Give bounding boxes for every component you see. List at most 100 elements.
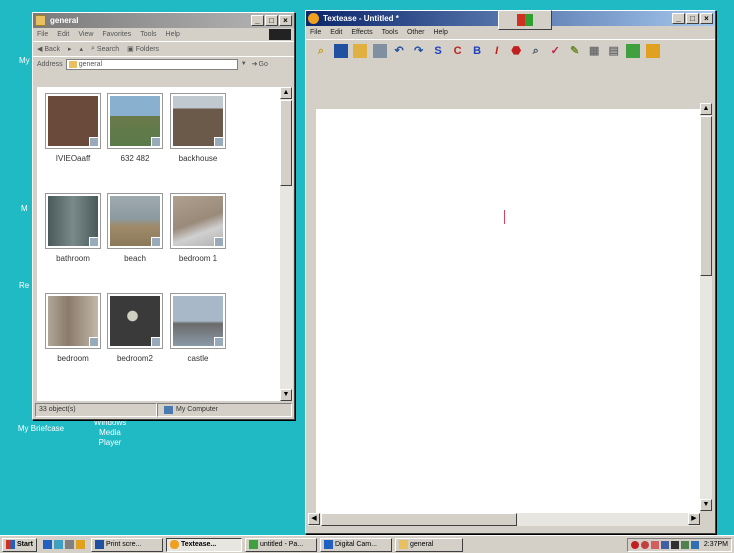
thumbnail-item[interactable]: IVIEOaaff [45,93,101,163]
desktop-icon-my-briefcase[interactable]: My Briefcase [14,424,68,434]
go-button[interactable]: ➜ Go [252,60,268,69]
start-button[interactable]: Start [2,537,37,552]
printer-icon[interactable] [680,540,689,549]
folders-button[interactable]: ▣ Folders [127,45,159,54]
taskbar-item-digital-camera[interactable]: Digital Cam... [319,537,392,552]
clock[interactable]: 2:37PM [704,541,728,548]
colour-icon[interactable]: C [451,44,465,58]
windows-flag-icon [517,14,533,26]
thumbnail-item[interactable]: castle [170,293,226,363]
scroll-down-button[interactable]: ▼ [700,499,712,511]
menu-other[interactable]: Other [407,29,425,36]
menu-file[interactable]: File [37,31,48,38]
thumbnail-item[interactable]: beach [107,193,163,263]
undo-icon[interactable]: ↶ [392,44,406,58]
network-icon[interactable] [640,540,649,549]
menu-effects[interactable]: Effects [351,29,372,36]
scroll-thumb[interactable] [700,116,712,276]
redo-icon[interactable]: ↷ [412,44,426,58]
volume-icon[interactable] [670,540,679,549]
back-button[interactable]: ◀ Back [37,45,60,54]
close-button[interactable]: × [279,15,292,26]
color-icon[interactable] [645,44,660,58]
desktop-icon-windows-media-player[interactable]: Windows Media Player [88,418,132,448]
picture-icon[interactable] [626,44,641,58]
menu-help[interactable]: Help [166,31,180,38]
forward-button[interactable]: ▸ [68,45,72,53]
camera-icon [323,540,333,549]
close-button[interactable]: × [700,13,713,24]
floating-program-button[interactable] [498,10,552,30]
monitor-icon[interactable] [690,540,699,549]
menu-file[interactable]: File [310,29,321,36]
menu-view[interactable]: View [78,31,93,38]
taskbar-item-textease[interactable]: Textease... [165,537,242,552]
bold-icon[interactable]: B [470,44,484,58]
menu-edit[interactable]: Edit [330,29,342,36]
up-folder-button[interactable]: ▴ [79,45,83,53]
scroll-down-button[interactable]: ▼ [280,389,292,401]
menu-tools[interactable]: Tools [382,29,398,36]
editor-horizontal-scrollbar[interactable]: ◀ ▶ [308,513,700,526]
explorer-vertical-scrollbar[interactable]: ▲ ▼ [280,87,293,401]
taskbar-item-general[interactable]: general [394,537,463,552]
thumbnail-item[interactable]: 632 482 [107,93,163,163]
scroll-up-button[interactable]: ▲ [280,87,292,99]
internet-explorer-icon[interactable] [42,540,52,549]
minimize-button[interactable]: _ [251,15,264,26]
address-field[interactable]: general [65,58,238,70]
antivirus-icon[interactable] [630,540,639,549]
textease-app-icon [169,540,179,549]
scroll-left-button[interactable]: ◀ [308,513,320,525]
taskbar-item-label: general [409,540,434,548]
minimize-button[interactable]: _ [672,13,685,24]
strike-icon[interactable]: S [431,44,445,58]
paint-icon [248,540,258,549]
back-arrow-icon: ◀ [37,46,43,53]
spell-icon[interactable]: ✓ [548,44,562,58]
status-zone-label: My Computer [176,406,219,413]
thumbnail-caption: castle [187,354,209,363]
thumbnail-item[interactable]: backhouse [170,93,226,163]
scroll-thumb[interactable] [321,513,517,526]
stop-icon[interactable]: ⬣ [509,44,523,58]
document-canvas[interactable] [316,109,700,513]
editor-vertical-scrollbar[interactable]: ▲ ▼ [700,103,712,511]
display-icon[interactable] [660,540,669,549]
open-icon[interactable] [353,44,368,58]
table-icon[interactable]: ▤ [607,44,621,58]
menu-help[interactable]: Help [433,29,447,36]
brush-icon[interactable]: ✎ [568,44,582,58]
scroll-up-button[interactable]: ▲ [700,103,712,115]
search-button[interactable]: ⌕ Search [91,45,119,53]
thumbnail-caption: 632 482 [120,154,150,163]
address-dropdown-button[interactable]: ▼ [241,61,247,67]
menu-favorites[interactable]: Favorites [102,31,131,38]
print-icon[interactable] [372,44,387,58]
taskbar-item-label: Print scre... [105,540,142,548]
zoom-icon[interactable]: ⌕ [529,44,543,58]
menu-edit[interactable]: Edit [57,31,69,38]
thumbnail-item[interactable]: bedroom2 [107,293,163,363]
shield-icon[interactable] [650,540,659,549]
menu-tools[interactable]: Tools [140,31,156,38]
back-label: Back [44,45,60,53]
thumbnail-item[interactable]: bathroom [45,193,101,263]
scroll-right-button[interactable]: ▶ [688,513,700,525]
taskbar-item-paint[interactable]: untitled - Pa... [244,537,317,552]
outlook-icon[interactable] [53,540,63,549]
thumbnail-item[interactable]: bedroom [45,293,101,363]
taskbar-item-print-screen[interactable]: Print scre... [90,537,163,552]
maximize-button[interactable]: □ [265,15,278,26]
maximize-button[interactable]: □ [686,13,699,24]
explorer-titlebar[interactable]: general _ □ × [33,13,294,28]
status-zone: My Computer [157,403,292,417]
desktop-icon[interactable] [64,540,74,549]
thumbnail-item[interactable]: bedroom 1 [170,193,226,263]
media-player-icon[interactable] [75,540,85,549]
italic-icon[interactable]: I [490,44,504,58]
search-icon[interactable]: ⌕ [314,44,328,58]
grid-icon[interactable]: ▦ [587,44,601,58]
save-icon[interactable] [333,44,348,58]
scroll-thumb[interactable] [280,100,292,186]
